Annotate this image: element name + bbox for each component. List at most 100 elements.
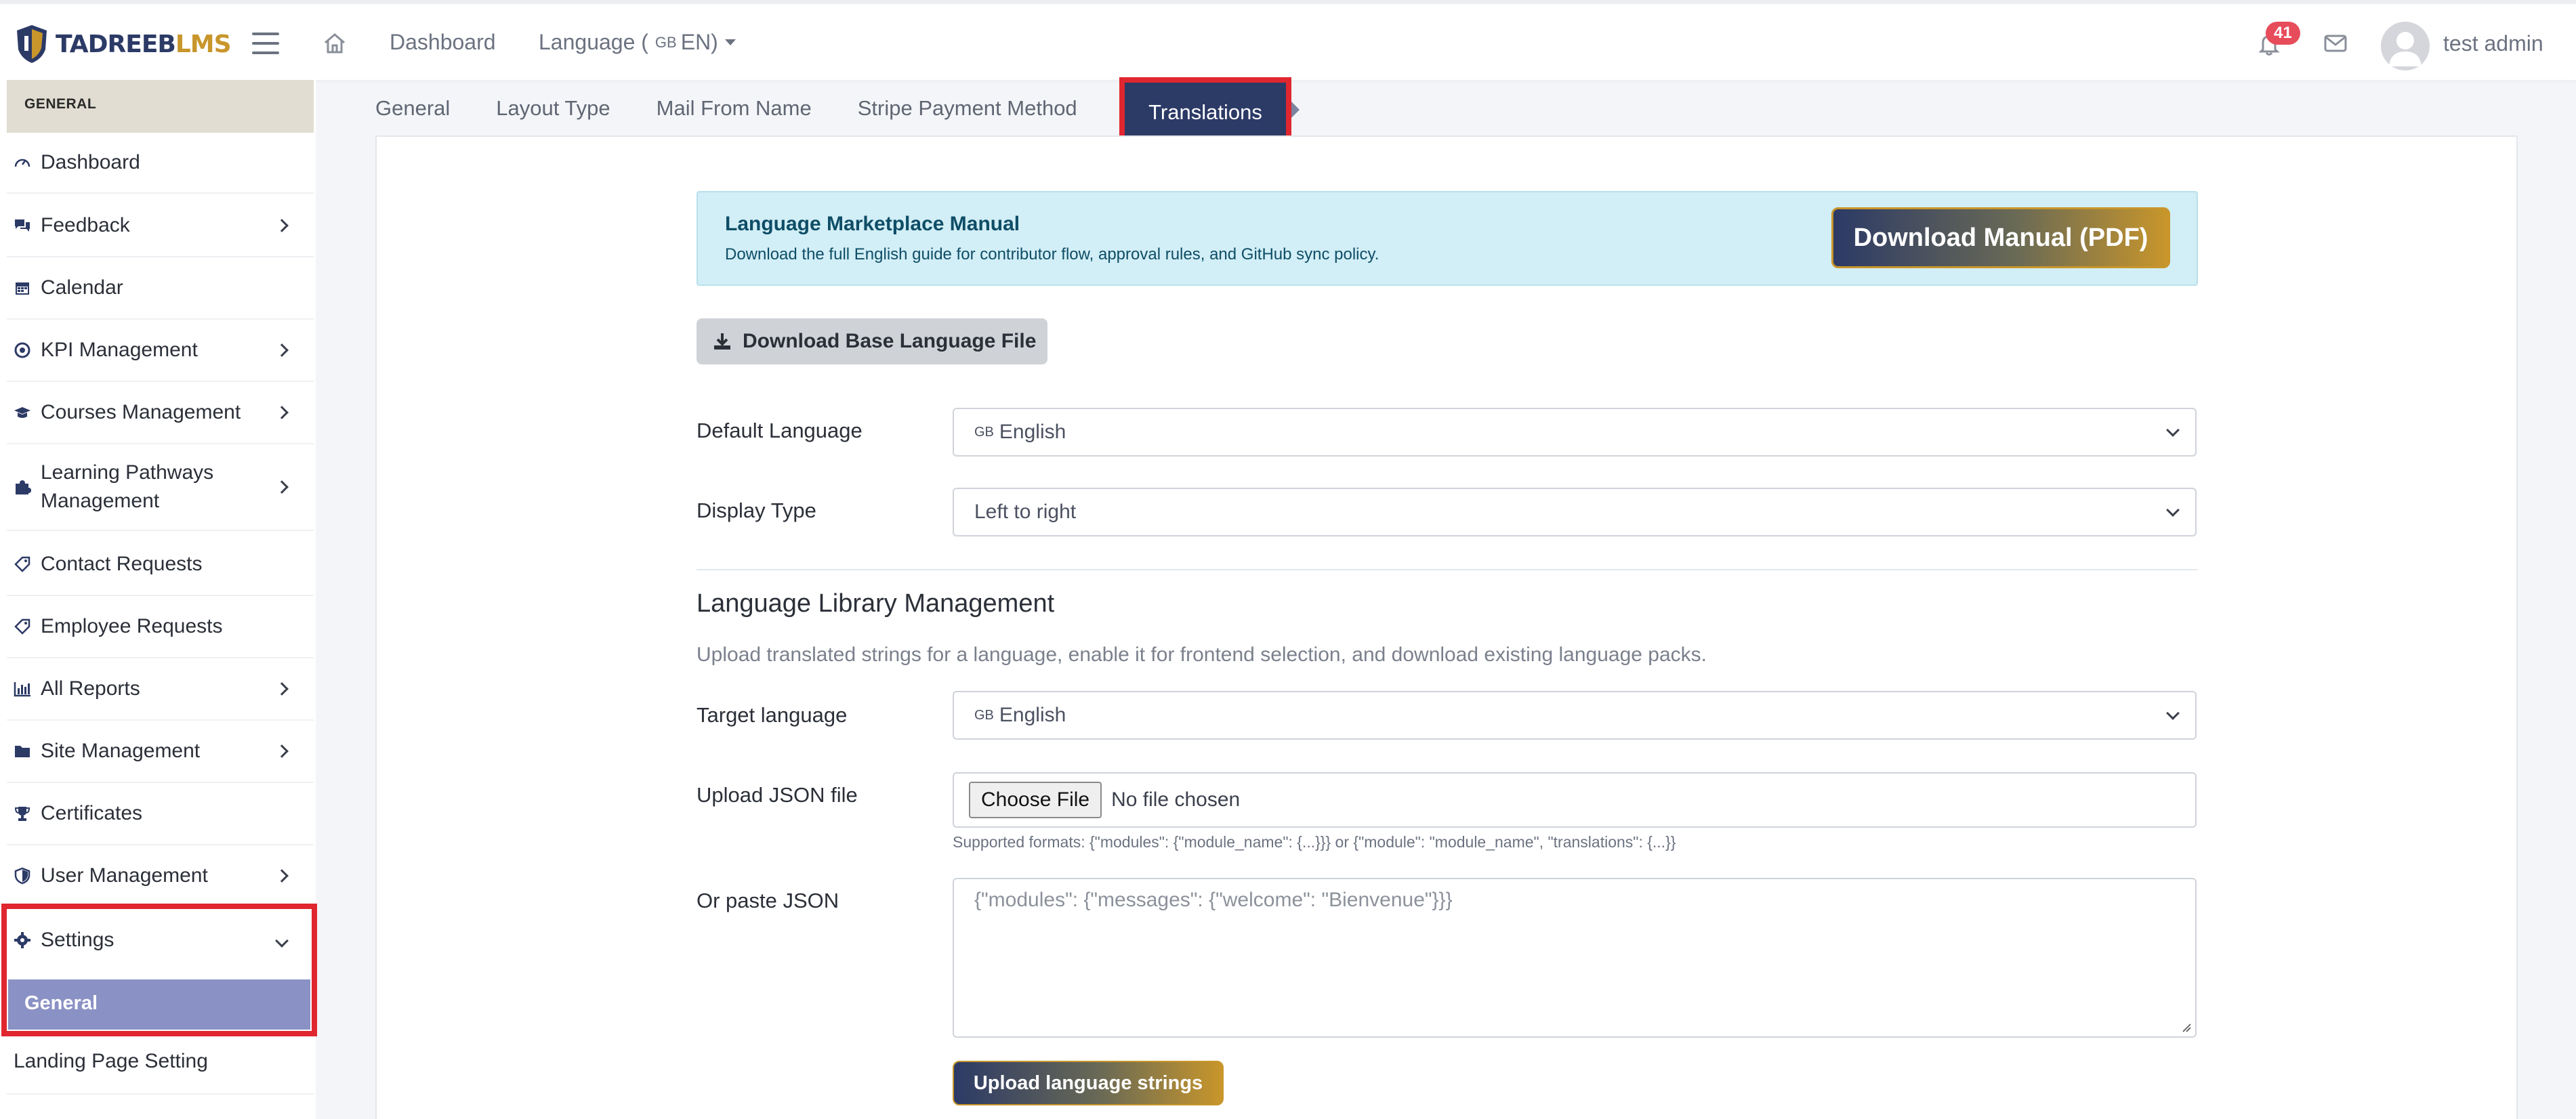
display-type-label: Display Type [697,499,816,522]
settings-tabs: General Layout Type Mail From Name Strip… [375,80,1123,137]
sidebar-item-label: Site Management [41,740,201,762]
paste-json-label: Or paste JSON [697,889,839,912]
logo-text-secondary: LMS [175,30,232,58]
comments-icon [15,219,30,232]
upload-language-strings-button[interactable]: Upload language strings [953,1061,1224,1105]
sidebar-item-feedback[interactable]: Feedback [7,195,314,257]
upload-json-file-input[interactable]: Choose File No file chosen [953,772,2197,828]
mail-icon[interactable] [2324,34,2347,53]
file-status: No file chosen [1111,788,1241,811]
language-label: Language ( [539,30,648,54]
paste-json-placeholder: {"modules": {"messages": {"welcome": "Bi… [974,889,1453,911]
tab-pointer [1291,102,1300,118]
sidebar-item-label: User Management [41,864,208,887]
sidebar-item-learning-pathways[interactable]: Learning Pathways Management [7,444,314,531]
section-divider [697,569,2198,570]
tab-translations-label: Translations [1148,100,1262,124]
tab-stripe-payment-method[interactable]: Stripe Payment Method [858,96,1077,121]
chevron-right-icon [275,744,289,758]
paste-json-textarea[interactable]: {"modules": {"messages": {"welcome": "Bi… [953,878,2197,1038]
chevron-right-icon [275,480,289,494]
flag-gb-icon: GB [655,33,677,51]
shield-logo-icon [17,25,47,63]
sidebar-item-user-management[interactable]: User Management [7,845,314,908]
download-base-language-button[interactable]: Download Base Language File [697,318,1047,364]
target-language-select[interactable]: GB English [953,691,2197,740]
sidebar-item-label: All Reports [41,677,140,700]
sidebar-item-label: Feedback [41,214,130,236]
chevron-down-icon [2166,423,2180,437]
sidebar-item-certificates[interactable]: Certificates [7,783,314,845]
supported-formats-hint: Supported formats: {"modules": {"module_… [953,833,1676,851]
sidebar-item-label-line2: Management [41,490,160,512]
default-language-select[interactable]: GB English [953,408,2197,457]
target-icon [14,342,30,358]
logo[interactable]: TADREEBLMS [15,22,232,66]
nav-dashboard-link[interactable]: Dashboard [390,30,496,55]
display-type-value: Left to right [974,501,1077,523]
default-language-value: English [999,421,1066,443]
puzzle-icon [16,480,31,494]
home-icon[interactable] [321,30,348,57]
chevron-right-icon [275,869,289,883]
download-manual-button[interactable]: Download Manual (PDF) [1831,207,2170,268]
user-avatar[interactable] [2381,22,2430,70]
sidebar-item-label: Learning Pathways [41,461,214,484]
folder-icon [15,746,30,757]
tab-general[interactable]: General [375,96,450,121]
chevron-right-icon [275,406,289,419]
sidebar-item-site-management[interactable]: Site Management [7,721,314,783]
menu-toggle-icon[interactable] [252,33,279,54]
sidebar-item-kpi-management[interactable]: KPI Management [7,320,314,382]
sidebar-item-contact-requests[interactable]: Contact Requests [7,534,314,596]
chevron-down-icon [2166,503,2180,517]
top-navbar: TADREEBLMS Dashboard Language (GB EN) 41 … [0,0,2576,80]
gauge-icon [14,159,30,167]
sidebar-item-employee-requests[interactable]: Employee Requests [7,596,314,658]
graduation-cap-icon [14,407,30,418]
sidebar-subitem-landing-page-setting[interactable]: Landing Page Setting [14,1050,208,1073]
chevron-right-icon [275,219,289,232]
download-base-language-label: Download Base Language File [743,330,1037,352]
sidebar-section-header: GENERAL [7,80,314,133]
default-language-label: Default Language [697,419,863,442]
alert-text: Download the full English guide for cont… [725,245,1379,263]
chevron-right-icon [275,343,289,357]
flag-gb-icon: GB [974,424,994,440]
sidebar-item-all-reports[interactable]: All Reports [7,658,314,721]
trophy-icon [14,807,30,821]
resize-grip-icon[interactable] [2180,1021,2191,1032]
tab-layout-type[interactable]: Layout Type [496,96,610,121]
target-language-value: English [999,704,1066,726]
language-library-title: Language Library Management [697,589,1055,618]
sidebar-item-label: Certificates [41,802,143,824]
display-type-select[interactable]: Left to right [953,488,2197,536]
sidebar-item-label: KPI Management [41,339,198,361]
tag-icon [14,556,30,572]
flag-gb-icon: GB [974,707,994,723]
sidebar-item-courses-management[interactable]: Courses Management [7,382,314,444]
sidebar-item-label: Dashboard [41,151,140,173]
sidebar-item-label: Contact Requests [41,553,203,575]
tab-mail-from-name[interactable]: Mail From Name [657,96,812,121]
notification-badge: 41 [2266,22,2300,45]
shield-icon [14,867,30,885]
sidebar-item-label: Employee Requests [41,615,223,637]
tag-icon [14,618,30,635]
user-name[interactable]: test admin [2443,31,2543,56]
language-dropdown[interactable]: Language (GB EN) [539,30,736,55]
chevron-down-icon [2166,706,2180,720]
logo-text-primary: TADREEB [56,30,176,58]
sidebar-item-label: Courses Management [41,401,241,423]
sidebar-item-dashboard[interactable]: Dashboard [7,133,314,194]
choose-file-button[interactable]: Choose File [969,782,1102,818]
alert-title: Language Marketplace Manual [725,213,1020,235]
sidebar-divider [7,1093,314,1095]
tab-translations[interactable]: Translations [1119,77,1291,141]
caret-down-icon [724,39,736,45]
bar-chart-icon [14,682,30,697]
highlight-box-settings [1,904,317,1036]
sidebar-item-calendar[interactable]: Calendar [7,257,314,320]
download-icon [714,333,730,350]
sidebar-item-label: Calendar [41,276,123,299]
